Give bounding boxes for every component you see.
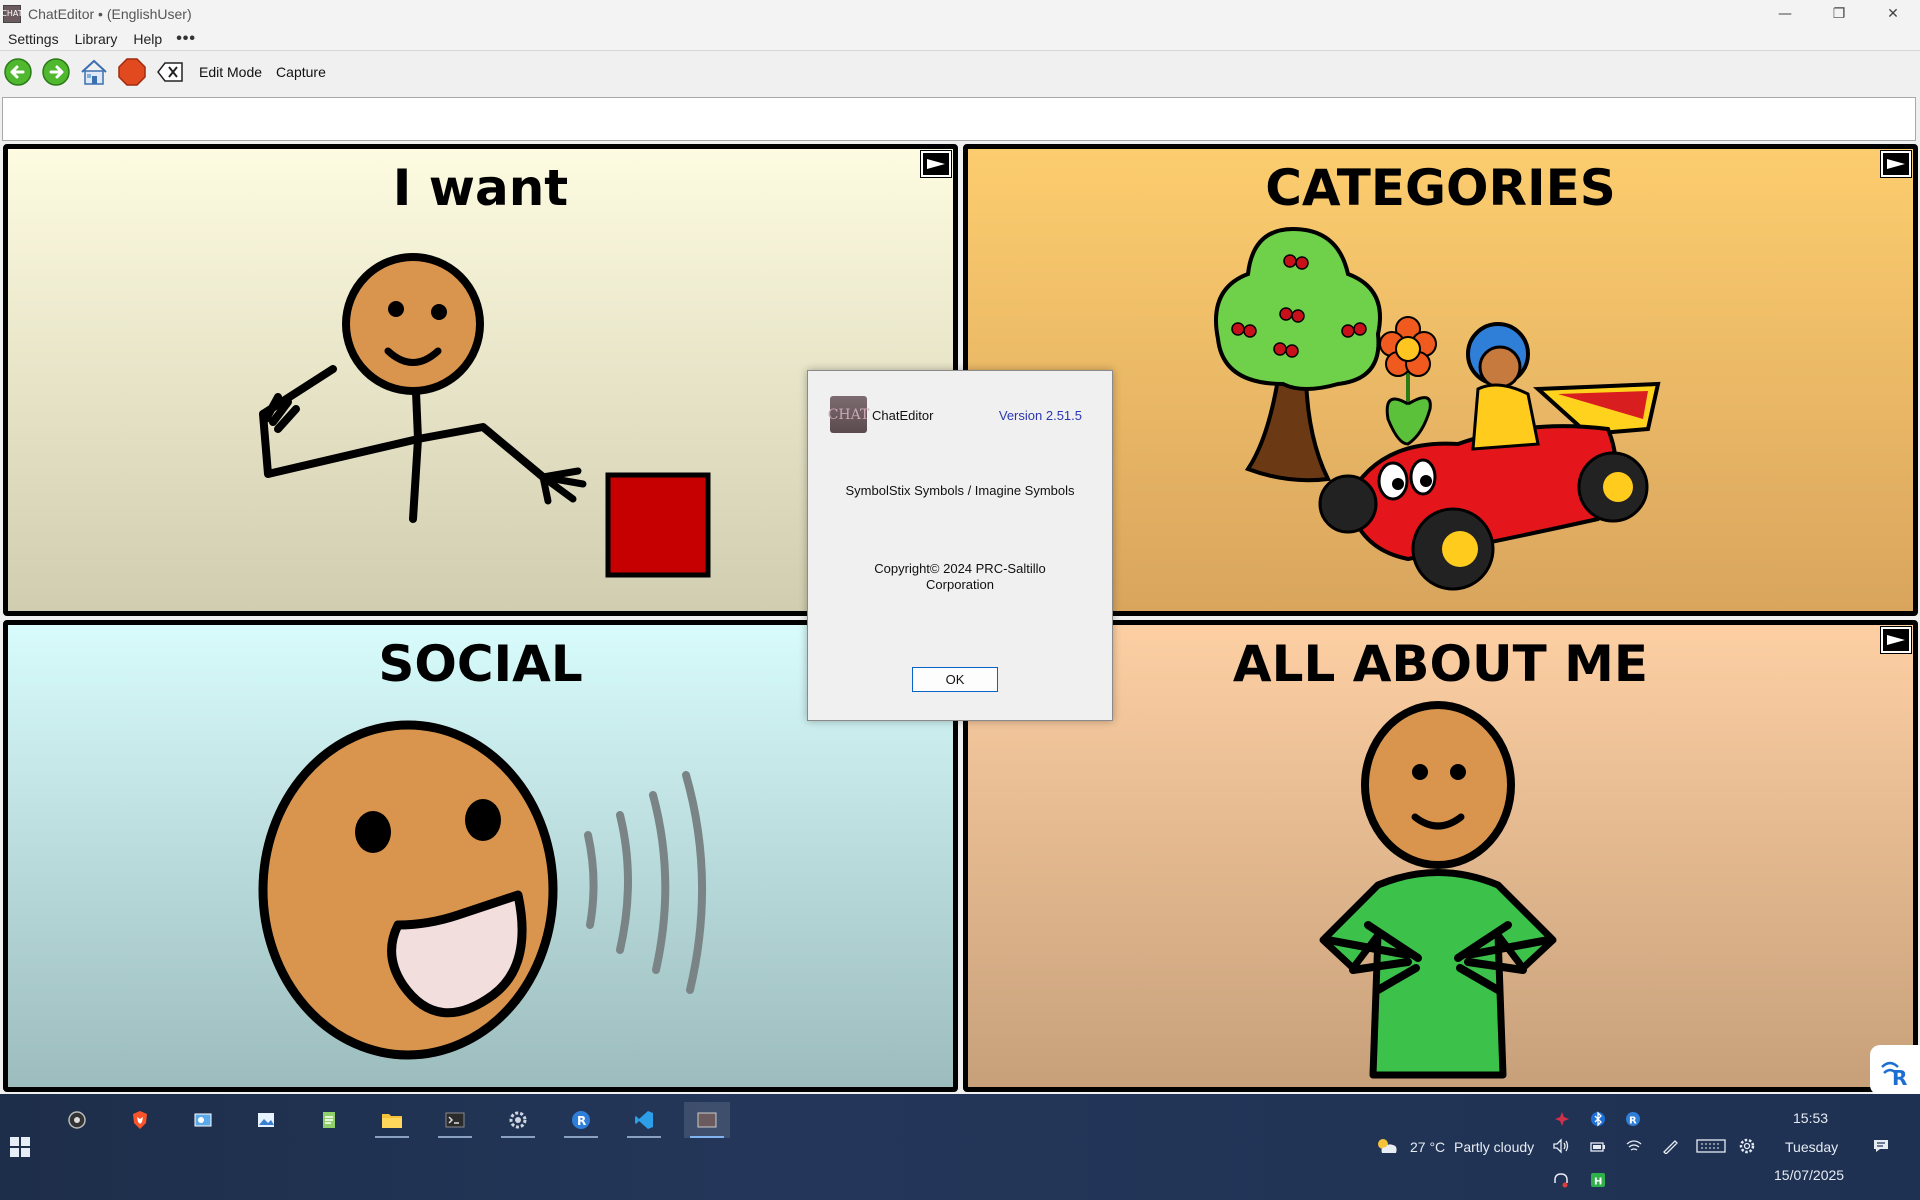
notepad-icon — [323, 1112, 335, 1128]
dialog-copyright: Copyright© 2024 PRC-Saltillo Corporation — [874, 561, 1046, 592]
clock-time[interactable]: 15:53 — [1793, 1110, 1828, 1126]
r-widget-icon: R — [1881, 1061, 1907, 1087]
obs-icon — [68, 1111, 86, 1129]
headset-icon[interactable] — [1551, 1170, 1571, 1190]
partly-cloudy-icon[interactable] — [1374, 1136, 1400, 1156]
close-button[interactable]: ✕ — [1866, 0, 1920, 27]
chat-logo-icon: CHAT — [827, 396, 870, 433]
forward-arrow-icon — [42, 58, 70, 86]
clock-date[interactable]: 15/07/2025 — [1774, 1167, 1844, 1183]
pen-icon[interactable] — [1660, 1136, 1680, 1156]
photos-icon — [258, 1113, 274, 1127]
categories-symbol — [1214, 226, 1661, 591]
svg-text:R: R — [1892, 1066, 1907, 1087]
notification-icon[interactable] — [1871, 1136, 1891, 1156]
toolbar: Edit Mode Capture — [0, 52, 1920, 92]
menu-bar: Settings Library Help ••• — [0, 27, 1920, 51]
app-icon: CHAT — [1, 4, 23, 23]
edit-mode-button[interactable]: Edit Mode — [199, 64, 262, 80]
taskbar-app-obs[interactable] — [54, 1102, 100, 1138]
menu-library[interactable]: Library — [75, 31, 118, 47]
weather-temperature[interactable]: 27 °C — [1410, 1139, 1445, 1155]
taskbar-app-terminal[interactable] — [432, 1102, 478, 1138]
taskbar-app-notepad[interactable] — [306, 1102, 352, 1138]
forward-button[interactable] — [41, 57, 71, 87]
stop-button[interactable] — [117, 57, 147, 87]
terminal-icon — [445, 1112, 465, 1128]
taskbar-app-file-explorer[interactable] — [369, 1102, 415, 1138]
link-arrow-icon — [1880, 626, 1912, 654]
chateditor-icon — [697, 1112, 717, 1128]
restore-button[interactable]: ❐ — [1812, 0, 1866, 27]
tray-remote-icon[interactable]: R — [1623, 1109, 1643, 1129]
remote-icon: R — [572, 1111, 590, 1129]
clear-button[interactable] — [155, 57, 185, 87]
home-icon — [81, 59, 107, 85]
gear-icon[interactable] — [1737, 1136, 1757, 1156]
dialog-symbols-credit: SymbolStix Symbols / Imagine Symbols — [845, 483, 1075, 498]
home-button[interactable] — [79, 57, 109, 87]
taskbar-app-chateditor[interactable] — [684, 1102, 730, 1138]
taskbar-app-vscode[interactable] — [621, 1102, 667, 1138]
file-explorer-icon — [382, 1114, 402, 1128]
logo-text: CHAT — [827, 406, 870, 423]
start-button[interactable] — [10, 1137, 30, 1157]
settings-icon — [509, 1111, 527, 1129]
volume-icon[interactable] — [1551, 1136, 1571, 1156]
minimize-button[interactable]: — — [1758, 0, 1812, 27]
control-panel-icon — [194, 1113, 212, 1127]
cell-label: CATEGORIES — [1265, 159, 1616, 217]
close-icon: ✕ — [1887, 5, 1899, 22]
tray-app-red-icon[interactable] — [1552, 1109, 1572, 1129]
taskbar-app-remote[interactable]: R — [558, 1102, 604, 1138]
taskbar-app-settings[interactable] — [495, 1102, 541, 1138]
tray-green-h-icon[interactable]: H — [1588, 1170, 1608, 1190]
link-arrow-icon — [920, 150, 952, 178]
wifi-icon[interactable] — [1624, 1136, 1644, 1156]
weather-condition[interactable]: Partly cloudy — [1454, 1139, 1534, 1155]
menu-more-button[interactable]: ••• — [176, 30, 196, 48]
about-dialog: CHAT ChatEditor Version 2.51.5 SymbolSti… — [807, 370, 1113, 721]
taskbar: R R 27 °C Partly cloudy H 15:53 Tuesday … — [0, 1094, 1920, 1200]
social-symbol — [258, 720, 707, 1060]
brave-icon — [133, 1111, 147, 1129]
cell-label: I want — [392, 159, 569, 217]
window-controls: — ❐ ✕ — [1758, 0, 1920, 27]
svg-text:R: R — [1629, 1116, 1637, 1127]
message-window[interactable] — [2, 97, 1916, 141]
taskbar-app-photos[interactable] — [243, 1102, 289, 1138]
svg-text:R: R — [577, 1114, 586, 1128]
taskbar-app-brave[interactable] — [117, 1102, 163, 1138]
clock-day[interactable]: Tuesday — [1785, 1139, 1838, 1155]
keyboard-icon[interactable] — [1695, 1136, 1727, 1156]
all-about-me-symbol — [1319, 701, 1557, 1079]
floating-assistant-button[interactable]: R — [1870, 1045, 1920, 1095]
i-want-symbol — [259, 253, 711, 578]
window-title: ChatEditor • (EnglishUser) — [28, 5, 192, 22]
dialog-app-name: ChatEditor — [872, 408, 934, 423]
dialog-version: Version 2.51.5 — [998, 408, 1082, 423]
stop-icon — [118, 58, 146, 86]
battery-icon[interactable] — [1588, 1136, 1608, 1156]
link-arrow-icon — [1880, 150, 1912, 178]
menu-settings[interactable]: Settings — [8, 31, 59, 47]
vscode-icon — [635, 1111, 653, 1129]
minimize-icon: — — [1778, 5, 1792, 22]
title-bar: CHAT ChatEditor • (EnglishUser) — ❐ ✕ — [0, 0, 1920, 27]
backspace-icon — [157, 62, 183, 82]
taskbar-app-control-panel[interactable] — [180, 1102, 226, 1138]
restore-icon: ❐ — [1832, 5, 1846, 22]
ok-button[interactable]: OK — [912, 667, 998, 692]
svg-text:H: H — [1594, 1177, 1602, 1188]
back-arrow-icon — [4, 58, 32, 86]
menu-help[interactable]: Help — [133, 31, 162, 47]
app-icon-text: CHAT — [1, 9, 23, 18]
capture-button[interactable]: Capture — [276, 64, 326, 80]
back-button[interactable] — [3, 57, 33, 87]
bluetooth-icon[interactable] — [1588, 1109, 1608, 1129]
